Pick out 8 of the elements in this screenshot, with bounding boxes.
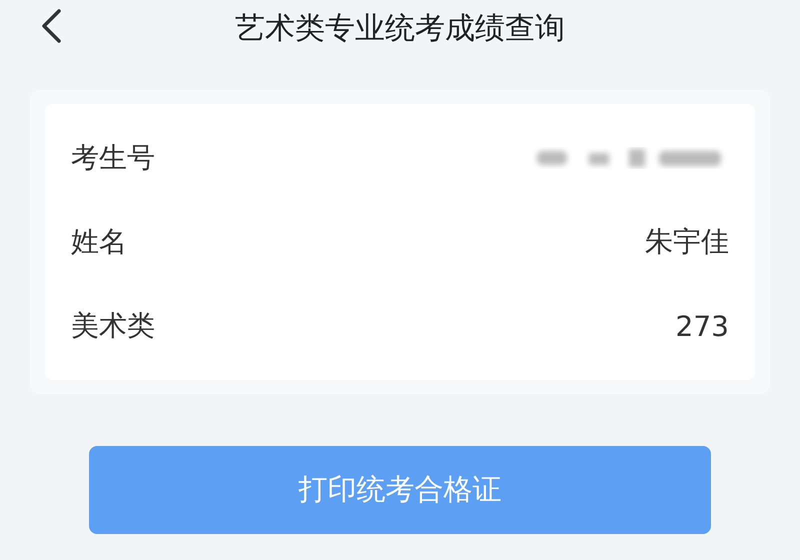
print-certificate-button[interactable]: 打印统考合格证: [89, 446, 711, 534]
field-value: 273: [676, 310, 729, 342]
field-label: 考生号: [71, 140, 155, 176]
page-title: 艺术类专业统考成绩查询: [235, 10, 565, 48]
field-label: 姓名: [71, 224, 127, 260]
back-icon[interactable]: [40, 8, 62, 44]
field-value: 朱宇佳: [645, 224, 729, 260]
field-label: 美术类: [71, 308, 155, 344]
